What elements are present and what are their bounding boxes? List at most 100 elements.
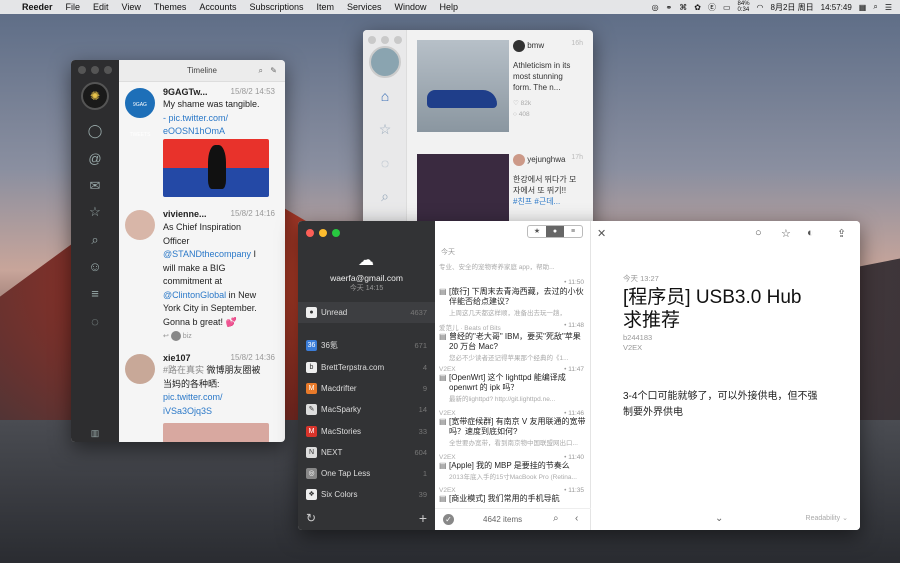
menu-app[interactable]: Reeder: [22, 2, 53, 12]
home-icon[interactable]: ⌂: [375, 88, 395, 108]
command-icon[interactable]: ⌘: [679, 3, 687, 12]
traffic-lights[interactable]: [78, 66, 112, 74]
back-icon[interactable]: ‹: [575, 513, 578, 524]
menu-services[interactable]: Services: [347, 2, 382, 12]
tweet-time: 15/8/2 14:16: [230, 209, 275, 218]
feed-item[interactable]: ✎ MacSparky 14: [298, 399, 435, 420]
menu-edit[interactable]: Edit: [93, 2, 109, 12]
filter-segmented-control: ★ ● ≡: [527, 225, 583, 238]
menu-item[interactable]: Item: [316, 2, 334, 12]
list-section-header: 今天: [441, 249, 455, 256]
star-icon[interactable]: ☆: [781, 227, 791, 240]
feed-item[interactable]: N NEXT 604: [298, 442, 435, 463]
search-icon[interactable]: ⌕: [553, 513, 559, 524]
profile-avatar[interactable]: [369, 46, 401, 78]
tweet-author[interactable]: xie107: [163, 353, 191, 363]
mentions-icon[interactable]: @: [86, 150, 104, 168]
feed-item-unread[interactable]: ● Unread 4637: [298, 302, 435, 323]
date-text[interactable]: 8月2日 周日: [771, 2, 814, 13]
post-user[interactable]: bmw: [527, 41, 544, 50]
search-icon[interactable]: ⌕: [259, 60, 263, 82]
tweet-author[interactable]: vivienne...: [163, 209, 207, 219]
link-icon[interactable]: ⚭: [666, 3, 673, 12]
menu-help[interactable]: Help: [440, 2, 459, 12]
share-icon[interactable]: ⇪: [837, 227, 846, 240]
chat-icon[interactable]: ◌: [375, 155, 395, 175]
favorites-icon[interactable]: ☆: [86, 203, 104, 221]
timeline-icon[interactable]: ◯: [86, 122, 104, 140]
status-icon-1[interactable]: ◎: [652, 3, 659, 12]
mark-unread-icon[interactable]: ○: [755, 227, 762, 239]
account-label[interactable]: waerfa@gmail.com 今天 14:15: [298, 273, 435, 293]
battery-icon[interactable]: ▭: [723, 3, 731, 12]
lists-icon[interactable]: ≡: [86, 285, 104, 303]
feed-item[interactable]: ◎ One Tap Less 1: [298, 463, 435, 484]
close-button[interactable]: [306, 229, 314, 237]
menu-accounts[interactable]: Accounts: [199, 2, 236, 12]
menu-view[interactable]: View: [122, 2, 141, 12]
avatar[interactable]: [125, 354, 155, 384]
unread-filter-icon[interactable]: ●: [546, 226, 564, 237]
list-item[interactable]: V2EX• 11:40 [Apple] 我的 MBP 是要挂的节奏么 2013年…: [439, 454, 588, 481]
feed-item[interactable]: M MacStories 33: [298, 421, 435, 442]
menu-subscriptions[interactable]: Subscriptions: [249, 2, 303, 12]
add-icon[interactable]: +: [419, 510, 427, 526]
tweet-image[interactable]: [163, 139, 269, 197]
app-icon[interactable]: Ⓔ: [708, 2, 716, 13]
feed-item[interactable]: M Macdrifter 9: [298, 378, 435, 399]
minimize-button[interactable]: [319, 229, 327, 237]
tweet[interactable]: vivienne... 15/8/2 14:16 As Chief Inspir…: [119, 206, 277, 346]
notification-icon[interactable]: ☰: [885, 3, 892, 12]
subscriptions-pane: ☁ waerfa@gmail.com 今天 14:15 ● Unread 463…: [298, 221, 435, 530]
close-article-icon[interactable]: ✕: [597, 227, 606, 240]
post-image[interactable]: [417, 40, 509, 132]
dropbox-icon[interactable]: ✿: [694, 3, 701, 12]
article-title[interactable]: [程序员] USB3.0 Hub 求推荐: [623, 286, 801, 332]
refresh-icon[interactable]: ↻: [306, 511, 316, 525]
article-list: ★ ● ≡ 今天 专业、安全的宠物寄养家庭 app，帮助... • 11:50 …: [435, 221, 591, 530]
list-item[interactable]: • 11:50 [旅行] 下周末去青海西藏，去过的小伙伴能否给点建议？ 上周这几…: [439, 279, 588, 317]
star-icon[interactable]: ☆: [375, 121, 395, 141]
mark-all-read-icon[interactable]: ✓: [443, 514, 454, 525]
columns-icon[interactable]: ▥: [86, 424, 104, 442]
zoom-button[interactable]: [332, 229, 340, 237]
chat-icon[interactable]: ◌: [86, 313, 104, 331]
avatar[interactable]: 9GAG TWEETS: [125, 88, 155, 138]
feed-item[interactable]: ❖ Six Colors 39: [298, 484, 435, 505]
spotlight-icon[interactable]: ⌕: [873, 2, 877, 12]
post-user[interactable]: yejunghwa: [527, 155, 565, 164]
account-avatar[interactable]: ✺: [81, 82, 109, 110]
traffic-lights[interactable]: [368, 36, 402, 44]
feed-item[interactable]: b BrettTerpstra.com 4: [298, 357, 435, 378]
list-item[interactable]: 爱范儿 · Beats of Bits• 11:48 曾经的"老大哥" IBM，…: [439, 322, 588, 362]
search-icon[interactable]: ⌕: [375, 188, 395, 208]
feed-icon: ◎: [306, 468, 317, 479]
all-filter-icon[interactable]: ≡: [564, 226, 582, 237]
search-icon[interactable]: ⌕: [86, 231, 104, 249]
tweet-image[interactable]: [163, 423, 269, 442]
readability-button[interactable]: Readability ⌄: [806, 514, 848, 522]
next-article-icon[interactable]: ⌄: [715, 513, 723, 524]
list-item[interactable]: V2EX• 11:47 [OpenWrt] 这个 lighttpd 能编译成 o…: [439, 366, 588, 403]
tweet[interactable]: 9GAG TWEETS 9GAGTw... 15/8/2 14:53 My sh…: [119, 84, 277, 204]
post-image[interactable]: [417, 154, 509, 224]
menu-themes[interactable]: Themes: [154, 2, 187, 12]
wifi-icon[interactable]: ◠: [757, 3, 764, 12]
reeder-logo-icon: ☁: [358, 252, 374, 269]
menu-window[interactable]: Window: [395, 2, 427, 12]
messages-icon[interactable]: ✉: [86, 177, 104, 195]
list-item[interactable]: V2EX• 11:46 [宽带症候群] 有南京 V 友用联通的宽带吗？速度到底如…: [439, 410, 588, 447]
time-text[interactable]: 14:57:49: [821, 3, 852, 12]
starred-filter-icon[interactable]: ★: [528, 226, 546, 237]
list-item[interactable]: V2EX• 11:35 [商业模式] 我们常用的手机导航: [439, 487, 588, 504]
tweet-author[interactable]: 9GAGTw...: [163, 87, 208, 97]
flag-icon[interactable]: ▦: [859, 3, 867, 12]
traffic-lights[interactable]: [306, 229, 340, 237]
avatar[interactable]: [125, 210, 155, 240]
feed-item[interactable]: 36 36氪 671: [298, 335, 435, 356]
mobilizer-icon[interactable]: ◐: [807, 227, 814, 239]
menu-file[interactable]: File: [66, 2, 81, 12]
profile-icon[interactable]: ☺: [86, 258, 104, 276]
tweet[interactable]: xie107 15/8/2 14:36 #路在真实 微博朋友圈被 当妈的各种晒:…: [119, 350, 277, 442]
compose-icon[interactable]: ✎: [270, 60, 277, 82]
